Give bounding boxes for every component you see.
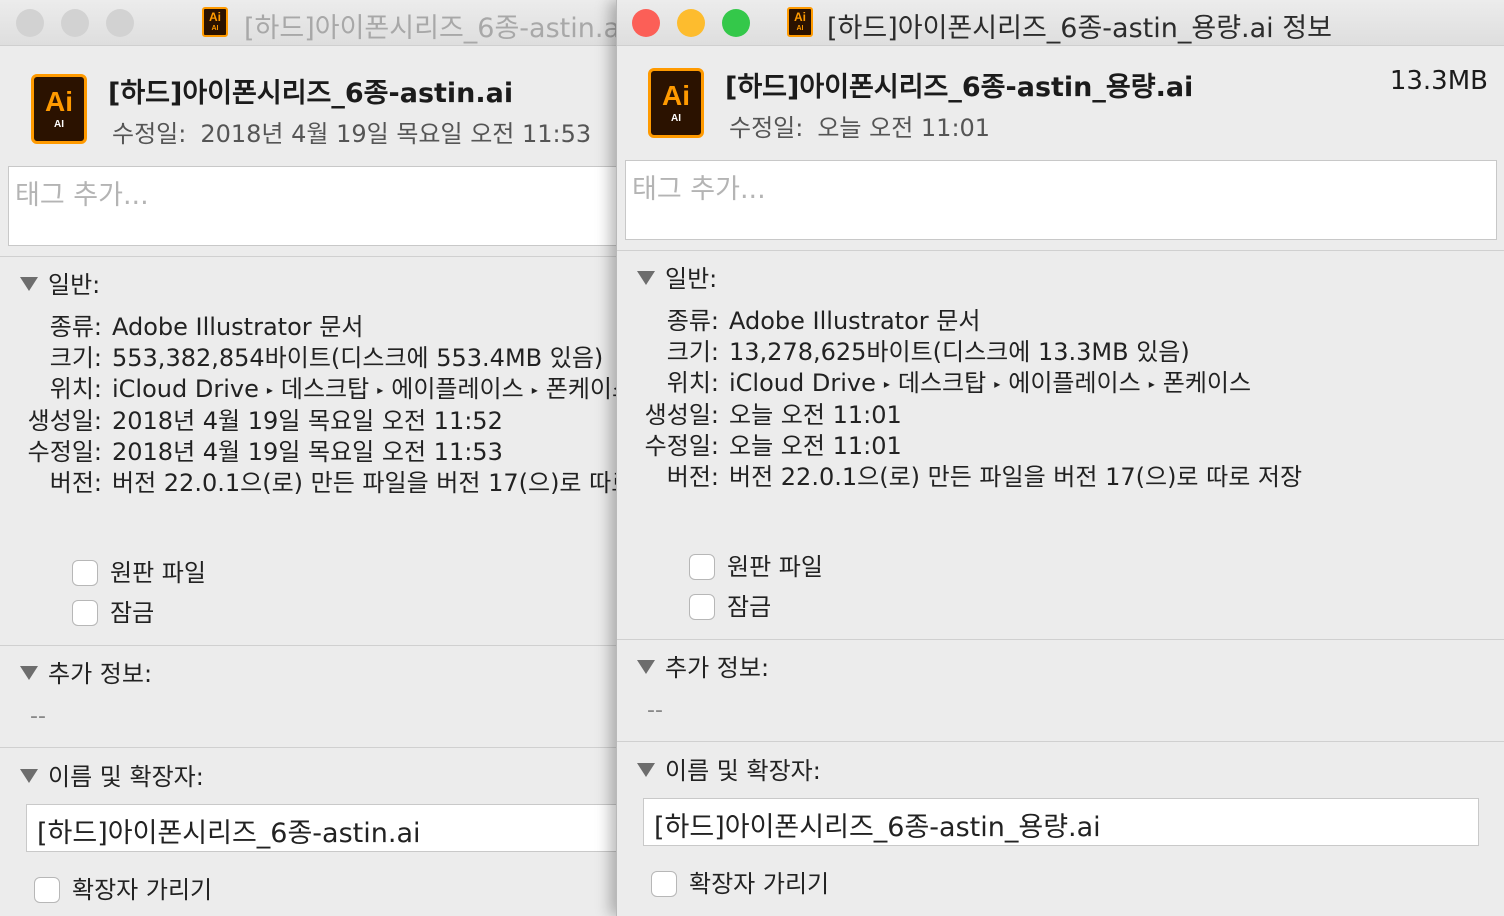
window-title: [하드]아이폰시리즈_6종-astin.ai xyxy=(244,13,616,44)
tag-input[interactable]: 태그 추가... xyxy=(8,166,616,246)
file-name-input[interactable]: [하드]아이폰시리즈_6종-astin.ai xyxy=(26,804,616,852)
modified-summary: 수정일: 오늘 오전 11:01 xyxy=(729,108,990,143)
info-window-back[interactable]: Ai AI [하드]아이폰시리즈_6종-astin.ai Ai AI [하드]아이폰… xyxy=(0,0,616,916)
name-extension-section-header[interactable]: 이름 및 확장자: xyxy=(637,751,821,786)
zoom-button[interactable] xyxy=(722,9,750,37)
illustrator-file-icon: Ai AI xyxy=(202,7,228,37)
modified-summary: 수정일: 2018년 4월 19일 목요일 오전 11:53 xyxy=(112,114,591,149)
divider xyxy=(0,747,616,748)
general-section-header[interactable]: 일반: xyxy=(20,265,100,300)
file-name-input[interactable]: [하드]아이폰시리즈_6종-astin_용량.ai xyxy=(643,798,1479,846)
where-row: 위치:iCloud Drive▸데스크탑▸에이플레이스▸폰케이스 xyxy=(666,369,1252,397)
hide-extension-checkbox[interactable]: 확장자 가리기 xyxy=(34,870,212,905)
minimize-button[interactable] xyxy=(677,9,705,37)
title-bar[interactable]: Ai AI [하드]아이폰시리즈_6종-astin_용량.ai 정보 xyxy=(617,0,1504,46)
where-row: 위치:iCloud Drive▸데스크탑▸에이플레이스▸폰케이스 xyxy=(20,374,616,406)
stationery-checkbox[interactable]: 원판 파일 xyxy=(72,553,206,588)
locked-checkbox[interactable]: 잠금 xyxy=(689,587,771,622)
checkbox[interactable] xyxy=(651,871,677,897)
tag-placeholder: 태그 추가... xyxy=(632,174,766,205)
title-bar[interactable]: Ai AI [하드]아이폰시리즈_6종-astin.ai xyxy=(0,0,616,46)
divider xyxy=(617,250,1504,251)
modified-value: 2018년 4월 19일 목요일 오전 11:53 xyxy=(200,120,592,148)
modified-row: 수정일: 2018년 4월 19일 목요일 오전 11:53 xyxy=(27,438,503,466)
stationery-checkbox[interactable]: 원판 파일 xyxy=(689,547,823,582)
path-item: 폰케이스 xyxy=(1162,369,1252,397)
name-extension-section-header[interactable]: 이름 및 확장자: xyxy=(20,757,204,792)
zoom-button[interactable] xyxy=(106,9,134,37)
divider xyxy=(0,256,616,257)
file-name-heading: [하드]아이폰시리즈_6종-astin_용량.ai xyxy=(725,72,1194,103)
modified-value: 오늘 오전 11:01 xyxy=(817,114,991,142)
disclosure-triangle-icon[interactable] xyxy=(637,271,655,285)
general-info-list: 종류: Adobe Illustrator 문서 크기: 553,382,854바이… xyxy=(20,312,616,499)
general-section-header[interactable]: 일반: xyxy=(637,259,717,294)
path-arrow-icon: ▸ xyxy=(531,383,538,397)
path-item: 데스크탑 xyxy=(897,369,987,397)
disclosure-triangle-icon[interactable] xyxy=(637,763,655,777)
size-row: 크기: 553,382,854바이트(디스크에 553.4MB 있음) xyxy=(49,344,604,372)
path-arrow-icon: ▸ xyxy=(994,377,1001,391)
more-info-value: -- xyxy=(647,698,663,723)
close-button[interactable] xyxy=(632,9,660,37)
path-arrow-icon: ▸ xyxy=(883,377,890,391)
modified-label: 수정일: xyxy=(112,120,187,148)
close-button[interactable] xyxy=(16,9,44,37)
modified-row: 수정일: 오늘 오전 11:01 xyxy=(644,432,902,460)
info-window-front[interactable]: Ai AI [하드]아이폰시리즈_6종-astin_용량.ai 정보 Ai AI [… xyxy=(616,0,1504,916)
path-item: 데스크탑 xyxy=(280,375,370,403)
disclosure-triangle-icon[interactable] xyxy=(637,660,655,674)
path-arrow-icon: ▸ xyxy=(266,383,273,397)
size-row: 크기: 13,278,625바이트(디스크에 13.3MB 있음) xyxy=(666,338,1190,366)
modified-label: 수정일: xyxy=(729,114,804,142)
version-row: 버전:버전 22.0.1으(로) 만든 파일을 버전 17(으)로 따로 저장 xyxy=(49,469,616,497)
more-info-value: -- xyxy=(30,704,46,729)
window-title: [하드]아이폰시리즈_6종-astin_용량.ai 정보 xyxy=(827,13,1332,44)
path-item: iCloud Drive xyxy=(729,369,876,397)
divider xyxy=(617,639,1504,640)
checkbox[interactable] xyxy=(34,877,60,903)
version-row: 버전:버전 22.0.1으(로) 만든 파일을 버전 17(으)로 따로 저장 xyxy=(666,463,1303,491)
disclosure-triangle-icon[interactable] xyxy=(20,666,38,680)
checkbox[interactable] xyxy=(72,560,98,586)
locked-checkbox[interactable]: 잠금 xyxy=(72,593,154,628)
checkbox[interactable] xyxy=(72,600,98,626)
more-info-section-header[interactable]: 추가 정보: xyxy=(20,654,152,689)
disclosure-triangle-icon[interactable] xyxy=(20,277,38,291)
created-row: 생성일: 2018년 4월 19일 목요일 오전 11:52 xyxy=(27,407,503,435)
checkbox[interactable] xyxy=(689,594,715,620)
illustrator-file-icon: Ai AI xyxy=(648,68,704,138)
tag-input[interactable]: 태그 추가... xyxy=(625,160,1497,240)
path-item: 에이플레이스 xyxy=(391,375,524,403)
illustrator-file-icon: Ai AI xyxy=(787,7,813,37)
created-row: 생성일: 오늘 오전 11:01 xyxy=(644,401,902,429)
checkbox[interactable] xyxy=(689,554,715,580)
path-arrow-icon: ▸ xyxy=(1148,377,1155,391)
hide-extension-checkbox[interactable]: 확장자 가리기 xyxy=(651,864,829,899)
path-item: iCloud Drive xyxy=(112,375,259,403)
disclosure-triangle-icon[interactable] xyxy=(20,769,38,783)
more-info-section-header[interactable]: 추가 정보: xyxy=(637,648,769,683)
kind-row: 종류: Adobe Illustrator 문서 xyxy=(666,307,981,335)
minimize-button[interactable] xyxy=(61,9,89,37)
path-item: 폰케이스 xyxy=(545,375,616,403)
kind-row: 종류: Adobe Illustrator 문서 xyxy=(49,313,364,341)
path-item: 에이플레이스 xyxy=(1008,369,1141,397)
illustrator-file-icon: Ai AI xyxy=(31,74,87,144)
file-size: 13.3MB xyxy=(1389,66,1488,96)
tag-placeholder: 태그 추가... xyxy=(15,180,149,211)
general-info-list: 종류: Adobe Illustrator 문서 크기: 13,278,625바이트… xyxy=(637,306,1302,493)
file-name-heading: [하드]아이폰시리즈_6종-astin.ai xyxy=(108,78,514,109)
divider xyxy=(0,645,616,646)
divider xyxy=(617,741,1504,742)
path-arrow-icon: ▸ xyxy=(377,383,384,397)
